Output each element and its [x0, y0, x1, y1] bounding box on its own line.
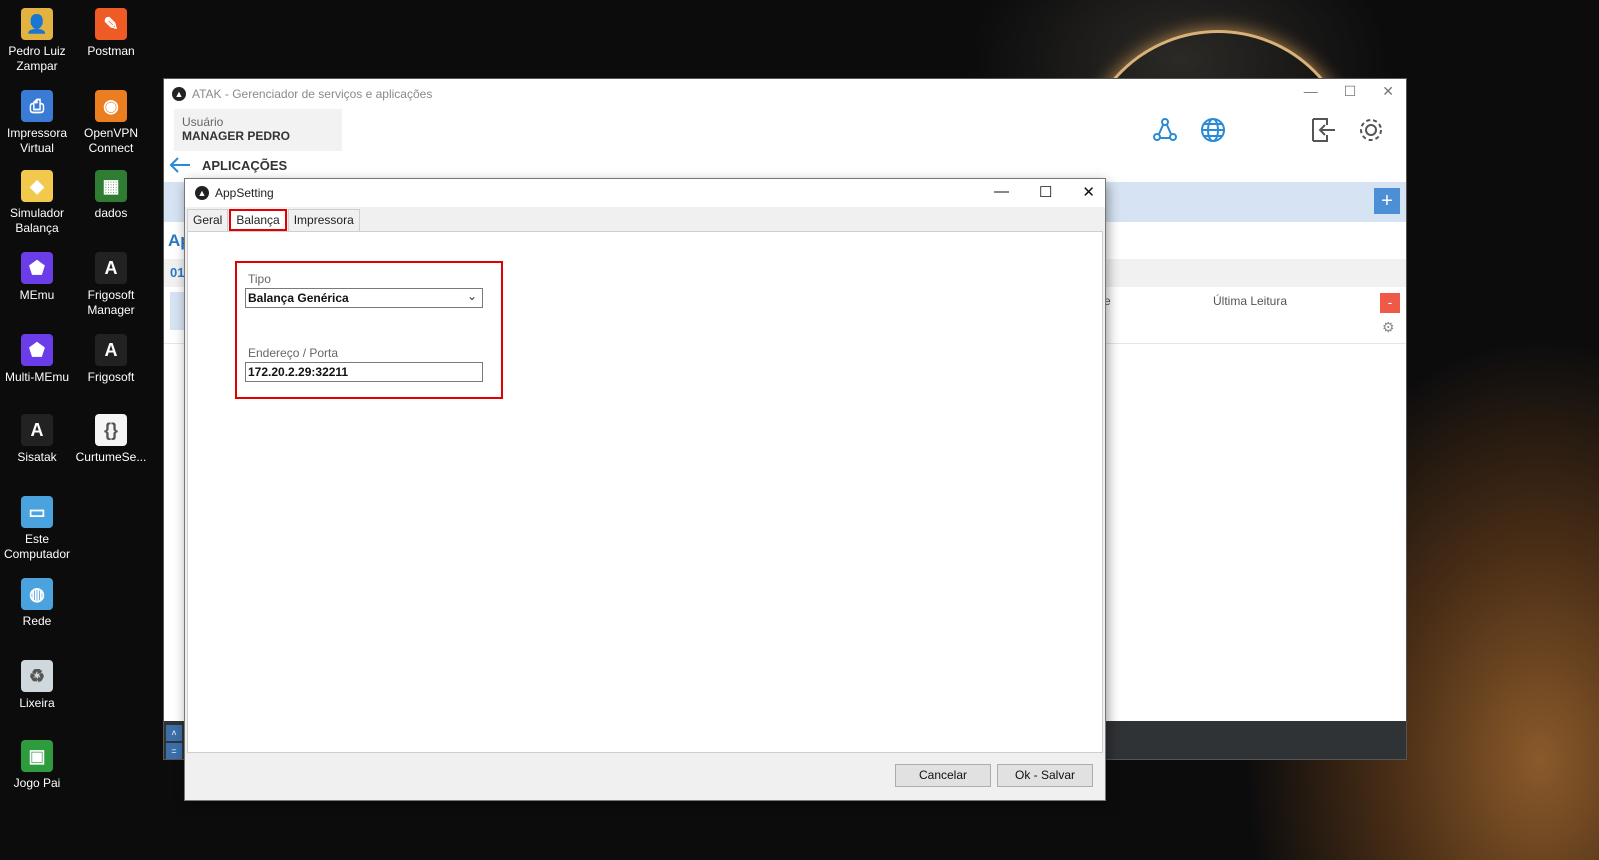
tab-bar: Geral Balança Impressora	[187, 209, 361, 231]
desktop-icon-multi-memu[interactable]: ⬟ Multi-MEmu	[0, 334, 74, 385]
desktop-icon-json-file[interactable]: {} CurtumeSe...	[74, 414, 148, 465]
desktop-icon-label: Frigosoft	[87, 370, 135, 384]
spreadsheet-icon: ▦	[95, 170, 127, 202]
endereco-label: Endereço / Porta	[248, 346, 339, 360]
desktop-icon-label: Rede	[22, 614, 52, 628]
user-folder-icon: 👤	[21, 8, 53, 40]
row-settings-icon[interactable]: ⚙	[1382, 319, 1395, 336]
main-window-title: ▲ ATAK - Gerenciador de serviços e aplic…	[172, 87, 432, 101]
desktop-icon-label: Este Computador	[3, 532, 71, 561]
appsetting-dialog: ▲ AppSetting — ☐ ✕ Geral Balança Impress…	[185, 179, 1105, 800]
desktop-icon-label: Frigosoft Manager	[87, 288, 135, 317]
network-icon: ◍	[21, 578, 53, 610]
desktop-icon-game[interactable]: ▣ Jogo Pai	[0, 740, 74, 791]
dialog-title-text: AppSetting	[215, 186, 274, 200]
maximize-icon[interactable]: ☐	[1344, 83, 1357, 100]
tipo-select[interactable]: Balança Genérica ⌄	[245, 288, 483, 308]
user-panel: Usuário MANAGER PEDRO	[174, 109, 342, 151]
desktop-icon-user-folder[interactable]: 👤 Pedro Luiz Zampar	[0, 8, 74, 74]
desktop-icon-label: OpenVPN Connect	[83, 126, 139, 155]
desktop-icon-label: Jogo Pai	[13, 776, 61, 790]
desktop-icon-label: dados	[94, 206, 128, 220]
desktop-icon-python[interactable]: ◆ Simulador Balança	[0, 170, 74, 236]
top-toolbar	[1150, 115, 1386, 145]
desktop-icon-label: MEmu	[19, 288, 55, 302]
desktop-icon-label: Simulador Balança	[9, 206, 65, 235]
scroll-up-icon[interactable]: ˄	[166, 725, 182, 741]
breadcrumb: APLICAÇÕES	[168, 155, 287, 175]
minimize-icon[interactable]: —	[994, 183, 1009, 201]
game-icon: ▣	[21, 740, 53, 772]
multi-memu-icon: ⬟	[21, 334, 53, 366]
tab-impressora[interactable]: Impressora	[287, 209, 360, 231]
desktop-icon-label: Lixeira	[19, 696, 55, 710]
user-label: Usuário	[182, 115, 224, 129]
column-fragment: e	[1104, 294, 1111, 308]
share-nodes-icon[interactable]	[1150, 115, 1180, 145]
desktop-icon-label: CurtumeSe...	[75, 450, 147, 464]
frigosoft-manager-icon: A	[95, 252, 127, 284]
memu-icon: ⬟	[21, 252, 53, 284]
main-window-title-text: ATAK - Gerenciador de serviços e aplicaç…	[192, 87, 433, 101]
sisatak-icon: A	[21, 414, 53, 446]
desktop-icon-openvpn[interactable]: ◉ OpenVPN Connect	[74, 90, 148, 156]
settings-gear-icon[interactable]	[1356, 115, 1386, 145]
desktop-icon-network[interactable]: ◍ Rede	[0, 578, 74, 629]
tab-panel: Tipo Balança Genérica ⌄ Endereço / Porta	[187, 231, 1103, 753]
atak-logo-icon: ▲	[172, 87, 186, 101]
tab-geral[interactable]: Geral	[187, 209, 229, 231]
python-icon: ◆	[21, 170, 53, 202]
dialog-titlebar: ▲ AppSetting — ☐ ✕	[185, 179, 1105, 207]
close-icon[interactable]: ✕	[1382, 83, 1394, 100]
desktop-icon-frigosoft[interactable]: A Frigosoft	[74, 334, 148, 385]
endereco-input[interactable]	[248, 365, 478, 379]
desktop-icon-recycle-bin[interactable]: ♻ Lixeira	[0, 660, 74, 711]
desktop-icon-spreadsheet[interactable]: ▦ dados	[74, 170, 148, 221]
chevron-down-icon: ⌄	[466, 289, 477, 303]
frigosoft-icon: A	[95, 334, 127, 366]
last-read-column: Última Leitura	[1213, 294, 1288, 308]
tipo-label: Tipo	[248, 272, 271, 286]
desktop-icon-sisatak[interactable]: A Sisatak	[0, 414, 74, 465]
remove-button[interactable]: -	[1380, 293, 1400, 313]
globe-icon[interactable]	[1198, 115, 1228, 145]
desktop-icon-label: Pedro Luiz Zampar	[8, 44, 66, 73]
minimize-icon[interactable]: —	[1304, 83, 1318, 100]
add-button[interactable]: +	[1374, 188, 1400, 214]
ok-save-button[interactable]: Ok - Salvar	[997, 764, 1093, 787]
postman-icon: ✎	[95, 8, 127, 40]
desktop-icon-label: Impressora Virtual	[6, 126, 68, 155]
recycle-bin-icon: ♻	[21, 660, 53, 692]
computer-icon: ▭	[21, 496, 53, 528]
user-name: MANAGER PEDRO	[182, 129, 291, 143]
endereco-field[interactable]	[245, 362, 483, 382]
desktop-icon-printer[interactable]: ⎙ Impressora Virtual	[0, 90, 74, 156]
desktop-icon-memu[interactable]: ⬟ MEmu	[0, 252, 74, 303]
maximize-icon[interactable]: ☐	[1039, 183, 1052, 201]
openvpn-icon: ◉	[95, 90, 127, 122]
cancel-button[interactable]: Cancelar	[895, 764, 991, 787]
dialog-controls: — ☐ ✕	[994, 183, 1095, 201]
dialog-title: ▲ AppSetting	[195, 186, 274, 200]
tab-balanca[interactable]: Balança	[229, 209, 287, 231]
desktop-icon-label: Sisatak	[17, 450, 57, 464]
printer-icon: ⎙	[21, 90, 53, 122]
tipo-value: Balança Genérica	[248, 291, 349, 305]
logout-icon[interactable]	[1308, 115, 1338, 145]
section-title: APLICAÇÕES	[202, 157, 288, 173]
desktop-icon-computer[interactable]: ▭ Este Computador	[0, 496, 74, 562]
row-id: 01	[170, 265, 185, 280]
desktop-icon-frigosoft-manager[interactable]: A Frigosoft Manager	[74, 252, 148, 318]
menu-lines-icon[interactable]: =	[166, 743, 182, 759]
close-icon[interactable]: ✕	[1082, 183, 1095, 201]
back-arrow-icon[interactable]	[168, 155, 192, 175]
atak-logo-icon: ▲	[195, 186, 209, 200]
main-window-controls: — ☐ ✕	[1304, 83, 1394, 100]
desktop-icon-label: Postman	[87, 44, 135, 58]
desktop-icon-postman[interactable]: ✎ Postman	[74, 8, 148, 59]
desktop-icon-label: Multi-MEmu	[4, 370, 69, 384]
json-file-icon: {}	[95, 414, 127, 446]
